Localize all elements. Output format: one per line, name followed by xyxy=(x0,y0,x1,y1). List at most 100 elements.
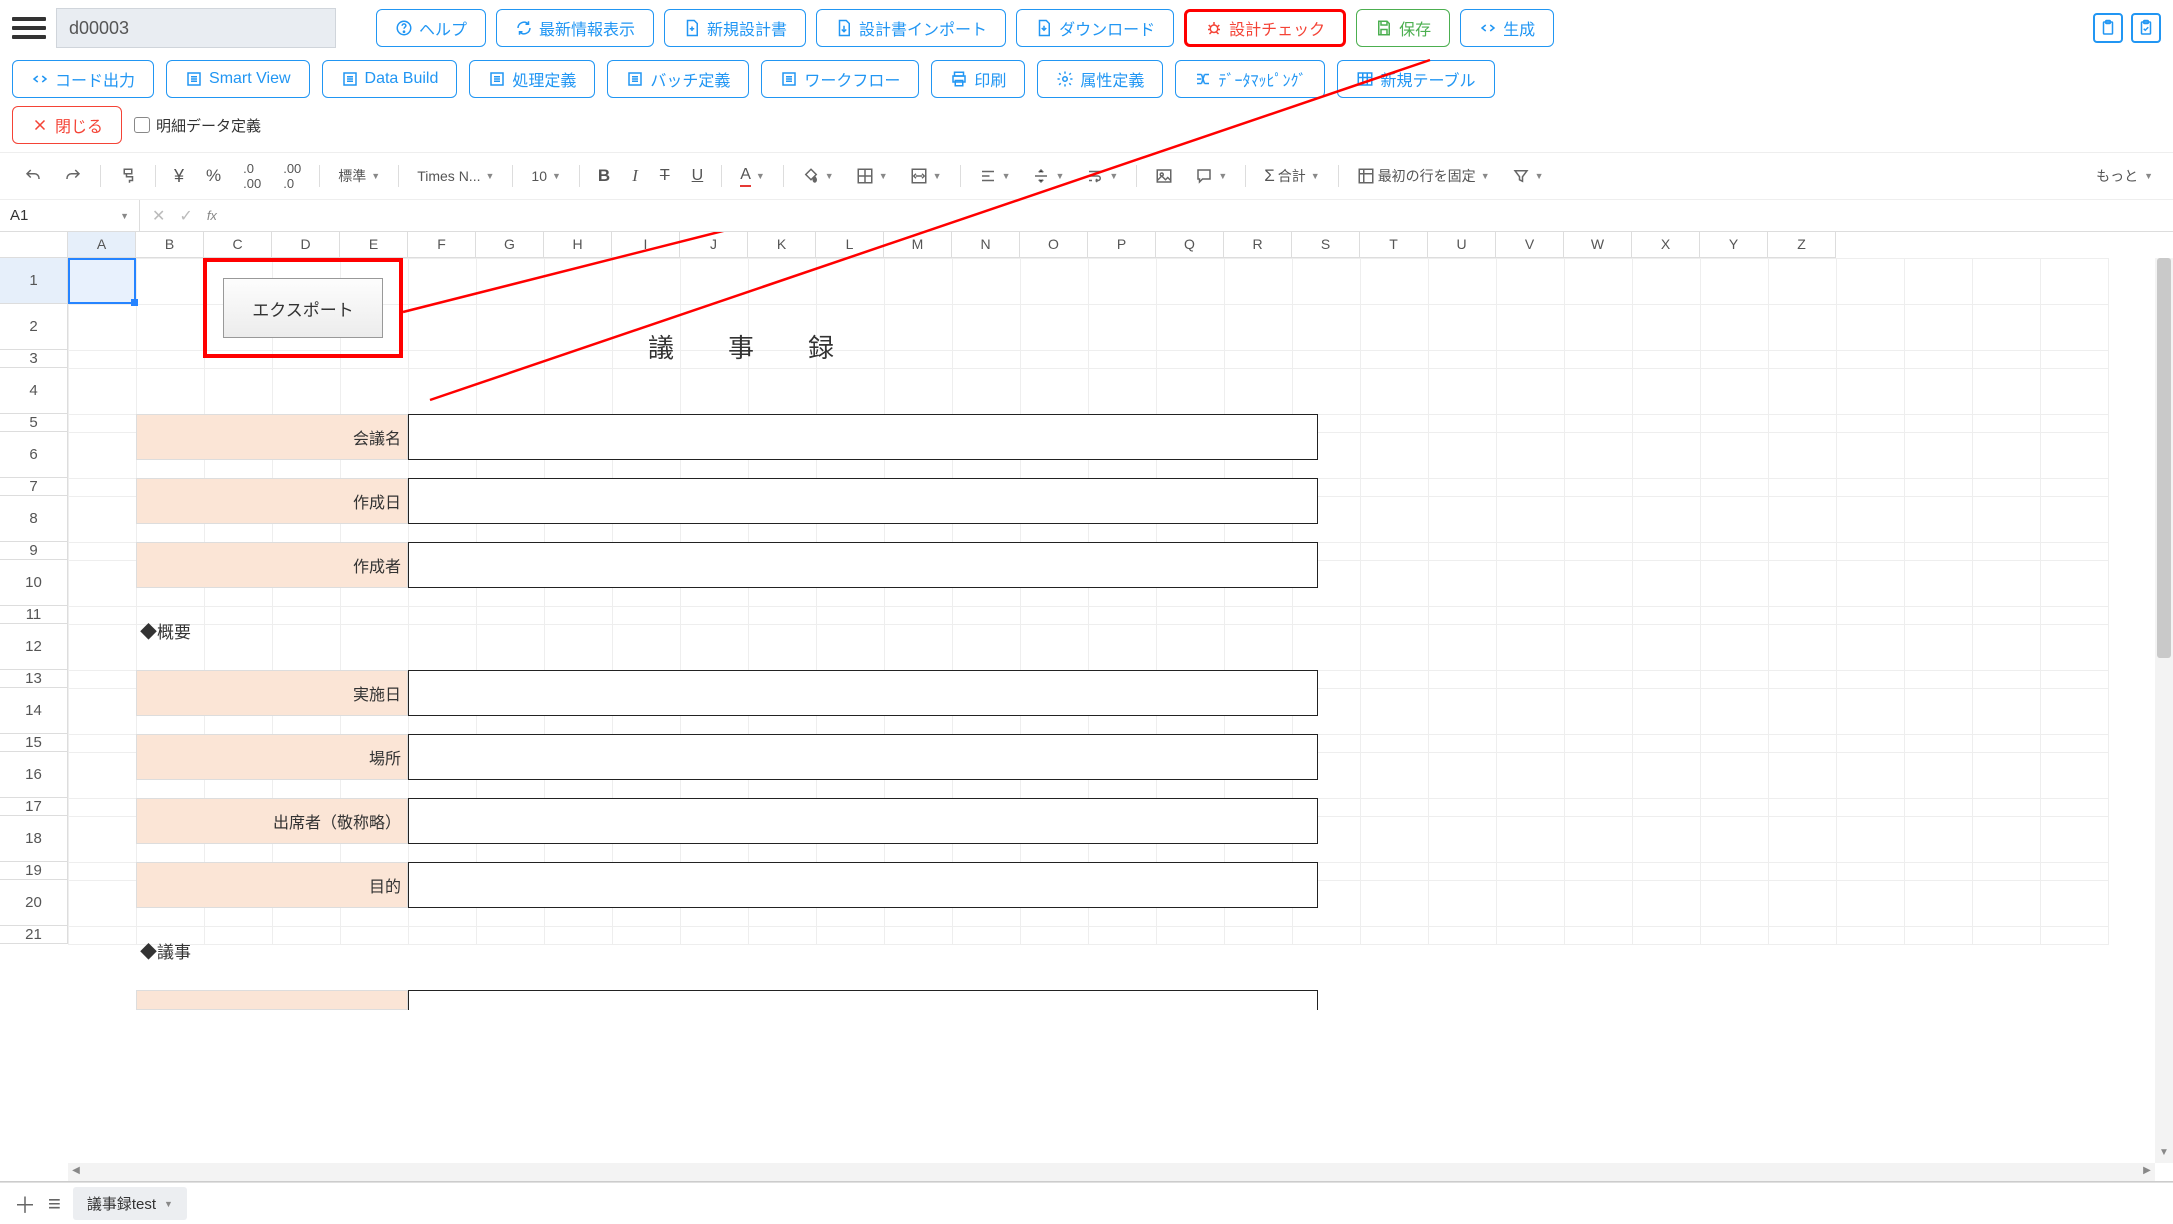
add-sheet-button[interactable]: ＋ xyxy=(14,1188,36,1220)
column-header[interactable]: L xyxy=(816,232,884,258)
column-header[interactable]: Y xyxy=(1700,232,1768,258)
strike-button[interactable]: T xyxy=(656,165,674,187)
scrollbar-thumb[interactable] xyxy=(2157,258,2171,658)
row-header[interactable]: 20 xyxy=(0,880,68,926)
column-header[interactable]: I xyxy=(612,232,680,258)
fill-color-button[interactable]: ▼ xyxy=(798,165,838,187)
attr-def-button[interactable]: 属性定義 xyxy=(1037,60,1163,98)
row-header[interactable]: 2 xyxy=(0,304,68,350)
input-partial[interactable] xyxy=(408,990,1318,1010)
input-location[interactable] xyxy=(408,734,1318,780)
freeze-button[interactable]: 最初の行を固定▼ xyxy=(1353,164,1494,188)
row-header[interactable]: 15 xyxy=(0,734,68,752)
wrap-button[interactable]: ▼ xyxy=(1082,165,1122,187)
row-header[interactable]: 3 xyxy=(0,350,68,368)
row-header[interactable]: 8 xyxy=(0,496,68,542)
decimal-dec-button[interactable]: .0.00 xyxy=(239,159,265,193)
input-purpose[interactable] xyxy=(408,862,1318,908)
column-header[interactable]: X xyxy=(1632,232,1700,258)
merge-button[interactable]: ▼ xyxy=(906,165,946,187)
sheet-tab[interactable]: 議事録test ▼ xyxy=(73,1187,187,1220)
import-design-button[interactable]: 設計書インポート xyxy=(816,9,1006,47)
column-header[interactable]: D xyxy=(272,232,340,258)
redo-button[interactable] xyxy=(60,165,86,187)
column-header[interactable]: M xyxy=(884,232,952,258)
vertical-scrollbar[interactable]: ▲ ▼ xyxy=(2155,258,2173,1163)
column-header[interactable]: O xyxy=(1020,232,1088,258)
horizontal-scrollbar[interactable]: ◀ ▶ xyxy=(68,1163,2155,1181)
row-header[interactable]: 5 xyxy=(0,414,68,432)
text-color-button[interactable]: A▼ xyxy=(736,164,769,189)
row-header[interactable]: 10 xyxy=(0,560,68,606)
column-header[interactable]: G xyxy=(476,232,544,258)
close-button[interactable]: 閉じる xyxy=(12,106,122,144)
halign-button[interactable]: ▼ xyxy=(975,165,1015,187)
clipboard-icon[interactable] xyxy=(2093,13,2123,43)
clipboard-check-icon[interactable] xyxy=(2131,13,2161,43)
column-header[interactable]: V xyxy=(1496,232,1564,258)
column-header[interactable]: B xyxy=(136,232,204,258)
undo-button[interactable] xyxy=(20,165,46,187)
column-header[interactable]: K xyxy=(748,232,816,258)
column-header[interactable]: P xyxy=(1088,232,1156,258)
row-header[interactable]: 19 xyxy=(0,862,68,880)
borders-button[interactable]: ▼ xyxy=(852,165,892,187)
column-header[interactable]: W xyxy=(1564,232,1632,258)
cell-reference-box[interactable]: A1 ▼ xyxy=(0,200,140,231)
column-header[interactable]: J xyxy=(680,232,748,258)
comment-button[interactable]: ▼ xyxy=(1191,165,1231,187)
row-header[interactable]: 11 xyxy=(0,606,68,624)
row-header[interactable]: 13 xyxy=(0,670,68,688)
doc-id-field[interactable]: d00003 xyxy=(56,8,336,48)
font-size-dropdown[interactable]: 10▼ xyxy=(527,166,565,186)
process-def-button[interactable]: 処理定義 xyxy=(469,60,595,98)
input-impl-date[interactable] xyxy=(408,670,1318,716)
detail-data-def-checkbox[interactable]: 明細データ定義 xyxy=(134,115,261,136)
generate-button[interactable]: 生成 xyxy=(1460,9,1554,47)
column-header[interactable]: Q xyxy=(1156,232,1224,258)
column-header[interactable]: A xyxy=(68,232,136,258)
column-header[interactable]: R xyxy=(1224,232,1292,258)
smart-view-button[interactable]: Smart View xyxy=(166,60,310,98)
row-header[interactable]: 4 xyxy=(0,368,68,414)
row-header[interactable]: 7 xyxy=(0,478,68,496)
input-meeting-name[interactable] xyxy=(408,414,1318,460)
data-mapping-button[interactable]: ﾃﾞｰﾀﾏｯﾋﾟﾝｸﾞ xyxy=(1175,60,1325,98)
font-dropdown[interactable]: Times N...▼ xyxy=(413,166,498,186)
filter-button[interactable]: ▼ xyxy=(1508,165,1548,187)
percent-button[interactable]: % xyxy=(202,164,225,188)
input-created-by[interactable] xyxy=(408,542,1318,588)
style-dropdown[interactable]: 標準▼ xyxy=(334,164,384,188)
column-header[interactable]: T xyxy=(1360,232,1428,258)
help-button[interactable]: ヘルプ xyxy=(376,9,486,47)
formula-accept-icon[interactable]: ✓ xyxy=(179,206,192,226)
new-design-button[interactable]: 新規設計書 xyxy=(664,9,806,47)
code-output-button[interactable]: コード出力 xyxy=(12,60,154,98)
menu-hamburger[interactable] xyxy=(12,14,46,42)
underline-button[interactable]: U xyxy=(688,165,708,187)
more-button[interactable]: もっと▼ xyxy=(2096,166,2153,186)
decimal-inc-button[interactable]: .00.0 xyxy=(279,159,305,193)
column-header[interactable]: U xyxy=(1428,232,1496,258)
data-build-button[interactable]: Data Build xyxy=(322,60,458,98)
column-header[interactable]: H xyxy=(544,232,612,258)
row-header[interactable]: 12 xyxy=(0,624,68,670)
formula-cancel-icon[interactable]: ✕ xyxy=(152,206,165,226)
download-button[interactable]: ダウンロード xyxy=(1016,9,1174,47)
image-button[interactable] xyxy=(1151,165,1177,187)
spreadsheet-grid[interactable]: ABCDEFGHIJKLMNOPQRSTUVWXYZ 1234567891011… xyxy=(0,232,2173,1182)
batch-def-button[interactable]: バッチ定義 xyxy=(607,60,749,98)
row-header[interactable]: 9 xyxy=(0,542,68,560)
column-header[interactable]: E xyxy=(340,232,408,258)
sum-button[interactable]: Σ合計▼ xyxy=(1260,164,1323,188)
bold-button[interactable]: B xyxy=(594,164,614,188)
italic-button[interactable]: I xyxy=(628,164,642,188)
row-header[interactable]: 21 xyxy=(0,926,68,944)
format-painter-button[interactable] xyxy=(115,165,141,187)
column-header[interactable]: C xyxy=(204,232,272,258)
row-header[interactable]: 18 xyxy=(0,816,68,862)
select-all-corner[interactable] xyxy=(0,232,68,258)
design-check-button[interactable]: 設計チェック xyxy=(1184,9,1346,47)
input-created-date[interactable] xyxy=(408,478,1318,524)
row-header[interactable]: 6 xyxy=(0,432,68,478)
